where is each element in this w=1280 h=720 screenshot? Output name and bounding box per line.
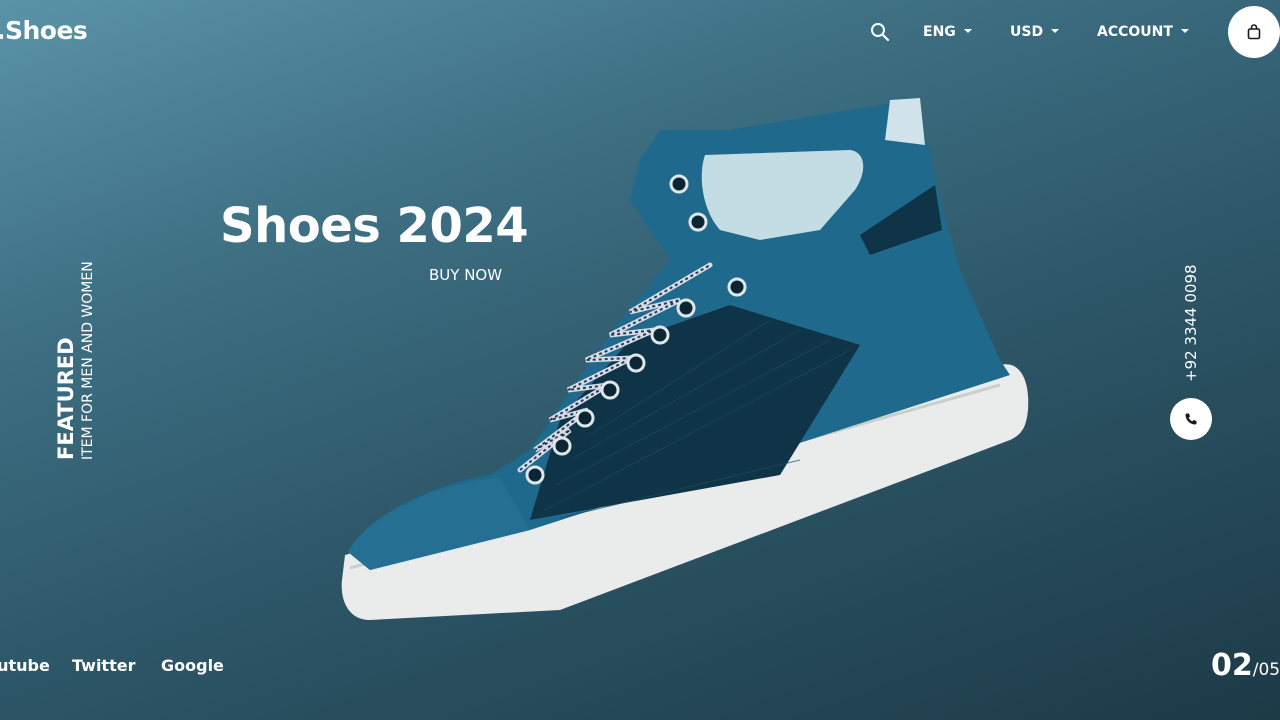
currency-label: USD [1010,24,1044,40]
currency-dropdown[interactable]: USD [1010,24,1060,40]
account-label: ACCOUNT [1097,24,1173,40]
phone-number: +92 3344 0098 [1182,264,1200,382]
chevron-down-icon [1180,29,1189,33]
call-button[interactable] [1170,398,1212,440]
pager-current: 02 [1211,648,1253,683]
top-nav: ENG USD ACCOUNT [0,0,1280,64]
pager-total: /05 [1252,660,1280,680]
chevron-down-icon [963,29,972,33]
language-dropdown[interactable]: ENG [923,24,972,40]
social-link-twitter[interactable]: Twitter [72,656,135,675]
search-icon[interactable] [870,22,890,42]
language-label: ENG [923,24,956,40]
phone-icon [1185,413,1197,425]
featured-title: FEATURED [54,337,78,460]
cart-button[interactable] [1228,6,1280,58]
chevron-down-icon [1051,29,1060,33]
shopping-bag-icon [1247,24,1261,40]
slide-pager: 02/05 [1211,648,1280,683]
featured-label: FEATURED ITEM FOR MEN AND WOMEN [54,261,98,460]
social-link-youtube[interactable]: Youtube [0,656,50,675]
social-link-google[interactable]: Google [161,656,224,675]
sneaker-product-image [341,98,1029,620]
account-dropdown[interactable]: ACCOUNT [1097,24,1189,40]
featured-subtitle: ITEM FOR MEN AND WOMEN [80,261,96,460]
